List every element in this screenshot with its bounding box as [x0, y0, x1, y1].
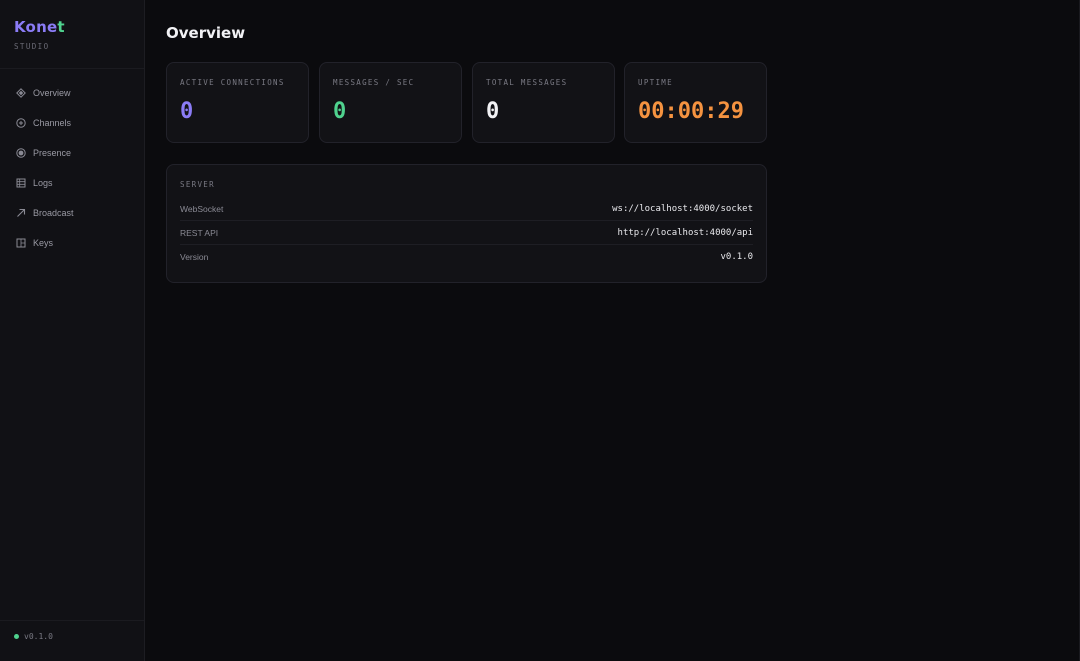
sidebar-item-keys[interactable]: Keys [0, 233, 144, 253]
sidebar-item-label: Channels [33, 118, 72, 128]
stat-label: MESSAGES / SEC [333, 78, 415, 87]
sidebar-item-label: Logs [33, 178, 53, 188]
server-panel: SERVER WebSocket ws://localhost:4000/soc… [166, 164, 767, 283]
sidebar-nav: Overview Channels Presence Logs Broadcas… [0, 83, 144, 263]
broadcast-icon [15, 208, 26, 219]
channels-icon [15, 118, 26, 129]
stat-card-active-connections: ACTIVE CONNECTIONS 0 [166, 62, 309, 143]
server-info-list: WebSocket ws://localhost:4000/socket RES… [180, 197, 753, 269]
server-row-websocket: WebSocket ws://localhost:4000/socket [180, 197, 753, 221]
sidebar-item-overview[interactable]: Overview [0, 83, 144, 103]
keys-icon [15, 238, 26, 249]
stats-cards: ACTIVE CONNECTIONS 0 MESSAGES / SEC 0 TO… [166, 62, 767, 143]
stat-value: 0 [180, 99, 194, 124]
sidebar-item-label: Overview [33, 88, 71, 98]
stat-value: 0 [333, 99, 347, 124]
brand: Konet STUDIO [14, 19, 65, 51]
stat-card-uptime: UPTIME 00:00:29 [624, 62, 767, 143]
brand-name-part2: t [57, 18, 65, 36]
sidebar-item-channels[interactable]: Channels [0, 113, 144, 133]
brand-name-part1: Kone [14, 18, 58, 36]
server-row-version: Version v0.1.0 [180, 245, 753, 269]
row-key: Version [180, 252, 209, 262]
divider [0, 620, 144, 621]
stat-label: UPTIME [638, 78, 673, 87]
stat-label: ACTIVE CONNECTIONS [180, 78, 285, 87]
sidebar-item-presence[interactable]: Presence [0, 143, 144, 163]
row-value[interactable]: ws://localhost:4000/socket [612, 204, 753, 214]
sidebar-item-logs[interactable]: Logs [0, 173, 144, 193]
server-row-rest-api: REST API http://localhost:4000/api [180, 221, 753, 245]
sidebar: Konet STUDIO Overview Channels Presence [0, 0, 145, 661]
row-value: v0.1.0 [720, 252, 753, 262]
brand-subtitle: STUDIO [14, 42, 50, 51]
diamond-icon [15, 88, 26, 99]
sidebar-item-label: Presence [33, 148, 72, 158]
row-value[interactable]: http://localhost:4000/api [618, 228, 753, 238]
stat-label: TOTAL MESSAGES [486, 78, 568, 87]
stat-value: 00:00:29 [638, 99, 744, 124]
server-panel-title: SERVER [180, 180, 215, 189]
presence-icon [15, 148, 26, 159]
sidebar-item-broadcast[interactable]: Broadcast [0, 203, 144, 223]
stat-card-messages-per-sec: MESSAGES / SEC 0 [319, 62, 462, 143]
stat-card-total-messages: TOTAL MESSAGES 0 [472, 62, 615, 143]
sidebar-footer: v0.1.0 [14, 632, 53, 641]
brand-logo[interactable]: Konet [14, 19, 65, 35]
divider [0, 68, 144, 69]
row-key: REST API [180, 227, 219, 238]
page-title: Overview [166, 24, 246, 42]
stat-value: 0 [486, 99, 500, 124]
sidebar-item-label: Broadcast [33, 208, 74, 218]
sidebar-item-label: Keys [33, 238, 54, 248]
logs-icon [15, 178, 26, 189]
status-dot-icon [14, 634, 19, 639]
row-key: WebSocket [180, 203, 224, 214]
app-version: v0.1.0 [24, 632, 53, 641]
